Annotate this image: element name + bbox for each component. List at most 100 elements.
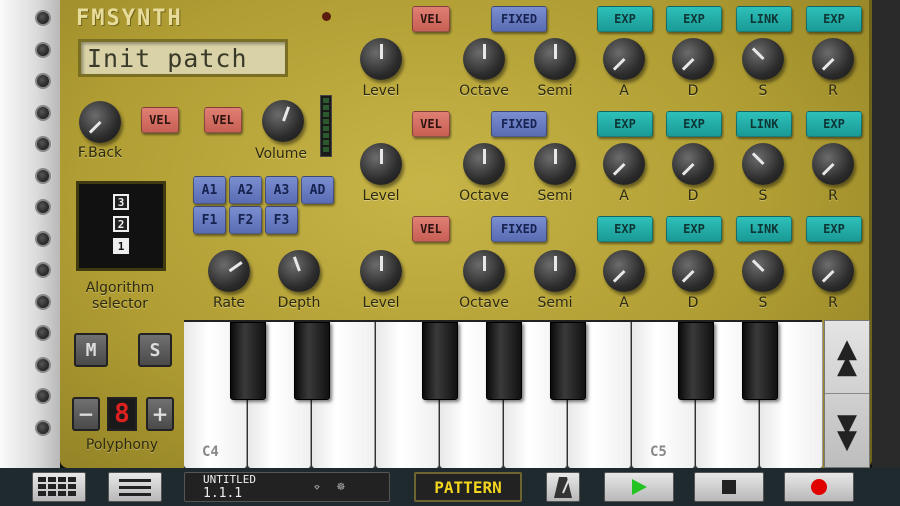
op2-attack-exp-button[interactable]: EXP — [597, 111, 653, 137]
operator-3-box: 3 — [113, 194, 129, 210]
lfo-rate-knob[interactable] — [208, 250, 250, 292]
algorithm-ad-button[interactable]: AD — [301, 176, 334, 204]
op1-vel-button[interactable]: VEL — [412, 216, 450, 242]
op3-vel-button[interactable]: VEL — [412, 6, 450, 32]
op2-vel-button[interactable]: VEL — [412, 111, 450, 137]
song-position: 1.1.1 — [203, 486, 243, 501]
black-key[interactable] — [230, 322, 266, 400]
op3-release-knob[interactable] — [812, 38, 854, 80]
op2-release-knob[interactable] — [812, 143, 854, 185]
op2-release-exp-button[interactable]: EXP — [806, 111, 862, 137]
status-led — [322, 12, 331, 21]
op3-level-knob[interactable] — [360, 38, 402, 80]
op1-octave-knob[interactable] — [463, 250, 505, 292]
algorithm-a2-button[interactable]: A2 — [229, 176, 262, 204]
black-key[interactable] — [678, 322, 714, 400]
op2-fixed-button[interactable]: FIXED — [491, 111, 547, 137]
op3-semi-knob[interactable] — [534, 38, 576, 80]
op1-decay-exp-button[interactable]: EXP — [666, 216, 722, 242]
polyphony-value: 8 — [107, 397, 137, 431]
black-key[interactable] — [486, 322, 522, 400]
operator-1-box: 1 — [113, 238, 129, 254]
play-icon[interactable] — [604, 472, 674, 502]
op3-release-exp-button[interactable]: EXP — [806, 6, 862, 32]
op1-attack-label: A — [619, 295, 629, 311]
binding-ring — [35, 325, 51, 341]
octave-down-icon[interactable]: ▼ ▼ — [825, 395, 869, 468]
op3-decay-exp-button[interactable]: EXP — [666, 6, 722, 32]
solo-button[interactable]: S — [138, 333, 172, 367]
op3-semi-label: Semi — [537, 83, 573, 99]
feedback-knob[interactable] — [79, 101, 121, 143]
algorithm-f3-button[interactable]: F3 — [265, 206, 298, 234]
op3-octave-knob[interactable] — [463, 38, 505, 80]
menu-icon[interactable] — [108, 472, 162, 502]
op3-decay-label: D — [687, 83, 699, 99]
op3-attack-label: A — [619, 83, 629, 99]
binding-ring — [35, 262, 51, 278]
side-strip — [872, 0, 900, 468]
record-icon[interactable] — [784, 472, 854, 502]
binding-ring — [35, 167, 51, 184]
op1-level-knob[interactable] — [360, 250, 402, 292]
piano-keyboard[interactable]: C4 C5 — [184, 320, 823, 468]
algorithm-display[interactable]: 3 2 1 — [76, 181, 166, 271]
binding-ring — [35, 388, 51, 404]
patch-name-display[interactable]: Init patch — [78, 39, 288, 77]
op3-fixed-button[interactable]: FIXED — [491, 6, 547, 32]
black-key[interactable] — [294, 322, 330, 400]
op2-decay-knob[interactable] — [672, 143, 714, 185]
black-key[interactable] — [550, 322, 586, 400]
algorithm-a3-button[interactable]: A3 — [265, 176, 298, 204]
volume-vel-button[interactable]: VEL — [204, 107, 242, 133]
op2-attack-knob[interactable] — [603, 143, 645, 185]
op2-decay-label: D — [687, 188, 699, 204]
key-label-c5: C5 — [650, 444, 667, 460]
feedback-label: F.Back — [77, 145, 123, 161]
op2-semi-knob[interactable] — [534, 143, 576, 185]
op2-level-knob[interactable] — [360, 143, 402, 185]
op3-attack-knob[interactable] — [603, 38, 645, 80]
polyphony-increase-button[interactable]: + — [146, 397, 174, 431]
op1-release-exp-button[interactable]: EXP — [806, 216, 862, 242]
volume-knob[interactable] — [262, 100, 304, 142]
op3-decay-knob[interactable] — [672, 38, 714, 80]
op3-release-label: R — [828, 83, 838, 99]
black-key[interactable] — [742, 322, 778, 400]
op1-release-label: R — [828, 295, 838, 311]
algorithm-f1-button[interactable]: F1 — [193, 206, 226, 234]
op3-sustain-knob[interactable] — [742, 38, 784, 80]
mono-button[interactable]: M — [74, 333, 108, 367]
op1-semi-knob[interactable] — [534, 250, 576, 292]
lfo-depth-knob[interactable] — [278, 250, 320, 292]
op2-decay-exp-button[interactable]: EXP — [666, 111, 722, 137]
binding-ring — [35, 419, 51, 436]
op2-octave-knob[interactable] — [463, 143, 505, 185]
song-info[interactable]: UNTITLED 1.1.1 ⌔ ☸ — [184, 472, 390, 502]
black-key[interactable] — [422, 322, 458, 400]
op1-attack-knob[interactable] — [603, 250, 645, 292]
op3-octave-label: Octave — [459, 83, 509, 99]
op1-attack-exp-button[interactable]: EXP — [597, 216, 653, 242]
op3-sustain-link-button[interactable]: LINK — [736, 6, 792, 32]
algorithm-a1-button[interactable]: A1 — [193, 176, 226, 204]
op1-fixed-button[interactable]: FIXED — [491, 216, 547, 242]
octave-up-icon[interactable]: ▲ ▲ — [825, 321, 869, 394]
metronome-icon[interactable] — [546, 472, 580, 502]
op1-decay-knob[interactable] — [672, 250, 714, 292]
op2-sustain-knob[interactable] — [742, 143, 784, 185]
algorithm-f2-button[interactable]: F2 — [229, 206, 262, 234]
polyphony-decrease-button[interactable]: − — [72, 397, 100, 431]
grid-icon[interactable] — [32, 472, 86, 502]
op1-sustain-knob[interactable] — [742, 250, 784, 292]
op1-release-knob[interactable] — [812, 250, 854, 292]
stop-icon[interactable] — [694, 472, 764, 502]
volume-label: Volume — [254, 146, 308, 162]
feedback-vel-button[interactable]: VEL — [141, 107, 179, 133]
binding-ring — [35, 10, 51, 26]
pattern-button[interactable]: PATTERN — [414, 472, 522, 502]
op3-attack-exp-button[interactable]: EXP — [597, 6, 653, 32]
op2-sustain-link-button[interactable]: LINK — [736, 111, 792, 137]
op2-semi-label: Semi — [537, 188, 573, 204]
op1-sustain-link-button[interactable]: LINK — [736, 216, 792, 242]
